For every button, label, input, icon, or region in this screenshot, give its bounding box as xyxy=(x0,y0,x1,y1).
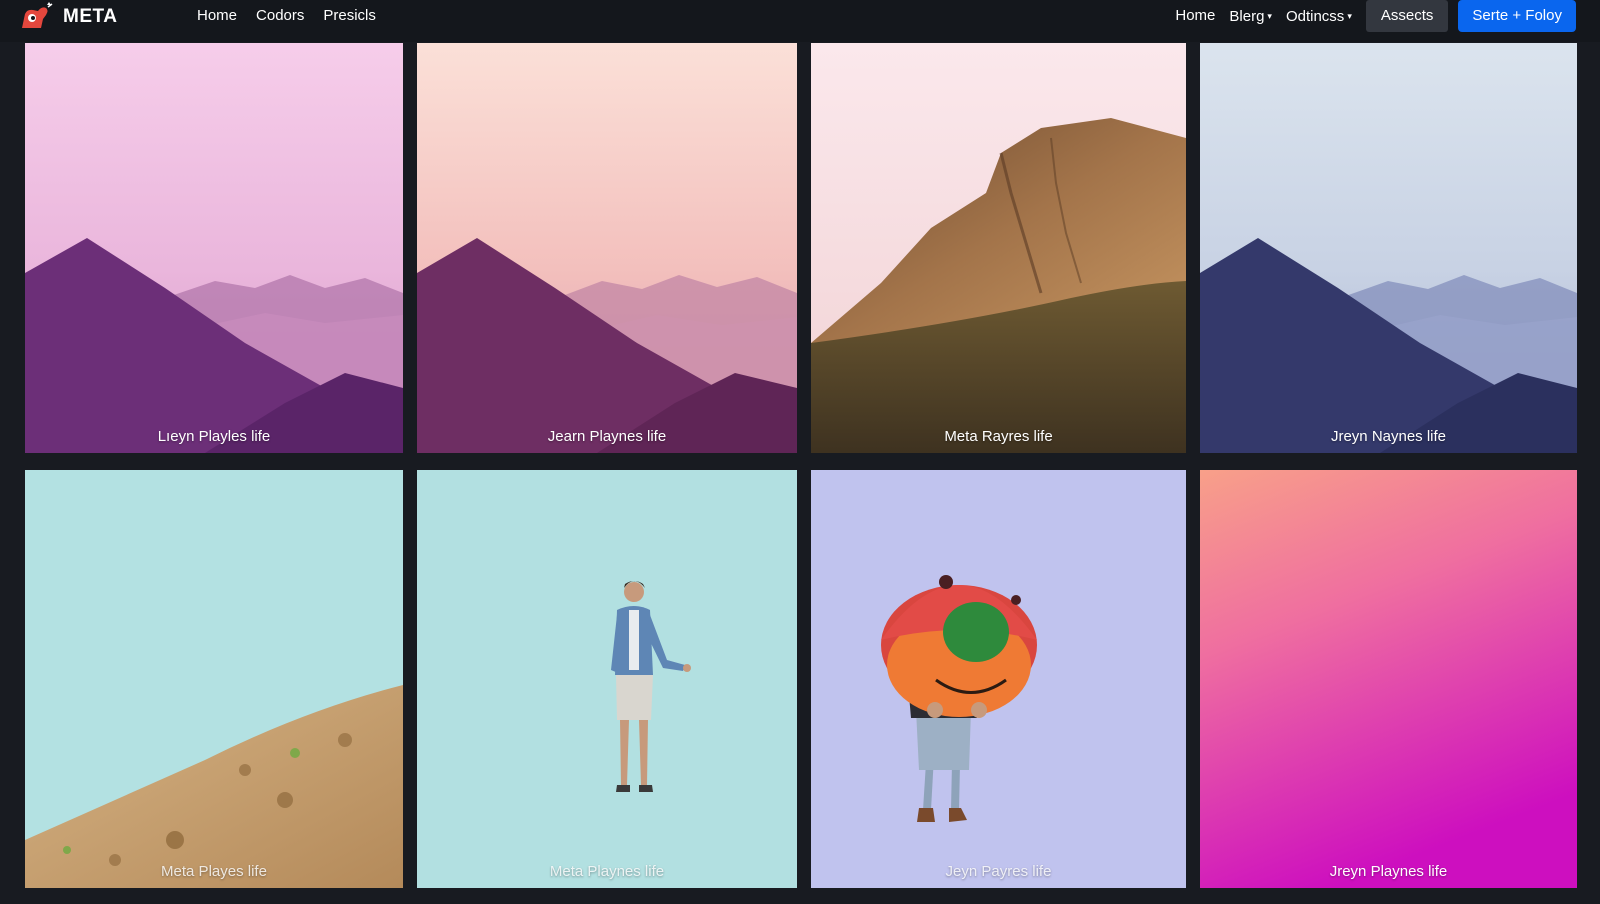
card-caption: Jreyn Naynes life xyxy=(1330,428,1447,445)
card-caption: Jreyn Playnes life xyxy=(1329,863,1448,880)
top-navbar: META Home Codors Presicls Home Blerg ▾ Od… xyxy=(0,0,1600,42)
secondary-nav: Home Blerg ▾ Odtincss ▾ Assects Serte + Fo… xyxy=(1175,0,1576,32)
nav-odtincss-dropdown[interactable]: Odtincss ▾ xyxy=(1286,6,1352,27)
gallery-card[interactable]: Meta Playes life xyxy=(25,470,403,888)
brown-rocky-mountain-grass-image xyxy=(811,43,1186,453)
gallery-card[interactable]: Jreyn Playnes life xyxy=(1200,470,1577,888)
gallery-card[interactable]: Jeyn Payres life xyxy=(811,470,1186,888)
sandy-hill-teal-sky-image xyxy=(25,470,403,888)
card-caption: Meta Playes life xyxy=(161,863,267,880)
gallery-card[interactable]: Jearn Playnes life xyxy=(417,43,797,453)
peach-to-magenta-gradient-image xyxy=(1200,470,1577,888)
primary-action-button[interactable]: Serte + Foloy xyxy=(1458,0,1576,32)
nav-blerg-dropdown[interactable]: Blerg ▾ xyxy=(1229,6,1272,27)
nav-codors-link[interactable]: Codors xyxy=(256,6,304,26)
brand-name[interactable]: META xyxy=(63,6,117,28)
nav-presicls-link[interactable]: Presicls xyxy=(323,6,376,26)
gallery-card[interactable]: Meta Playnes life xyxy=(417,470,797,888)
chevron-down-icon: ▾ xyxy=(1267,10,1272,21)
navy-mountains-pale-blue-sky-image xyxy=(1200,43,1577,453)
person-holding-red-orange-ball-image xyxy=(811,470,1186,888)
nav-blerg-label: Blerg xyxy=(1229,7,1265,25)
card-caption: Meta Playnes life xyxy=(549,863,665,880)
gallery-card[interactable]: Jreyn Naynes life xyxy=(1200,43,1577,453)
nav-right-home-link[interactable]: Home xyxy=(1175,6,1215,26)
gallery-card[interactable]: Meta Rayres life xyxy=(811,43,1186,453)
card-caption: Jearn Playnes life xyxy=(547,428,667,445)
assets-button[interactable]: Assects xyxy=(1365,0,1449,32)
nav-odtincss-label: Odtincss xyxy=(1285,7,1345,25)
chevron-down-icon: ▾ xyxy=(1347,10,1352,21)
card-caption: Meta Rayres life xyxy=(944,428,1053,445)
primary-nav: Home Codors Presicls xyxy=(197,6,376,26)
card-caption: Jeyn Payres life xyxy=(945,863,1052,880)
purple-mountains-pink-sky-image xyxy=(25,43,403,453)
nav-home-link[interactable]: Home xyxy=(197,6,237,26)
purple-mountains-peach-sky-image xyxy=(417,43,797,453)
card-caption: Lıeyn Playles life xyxy=(157,428,271,445)
man-standing-teal-background-image xyxy=(417,470,797,888)
gallery-card[interactable]: Lıeyn Playles life xyxy=(25,43,403,453)
meta-mascot-logo-icon[interactable] xyxy=(18,2,54,32)
